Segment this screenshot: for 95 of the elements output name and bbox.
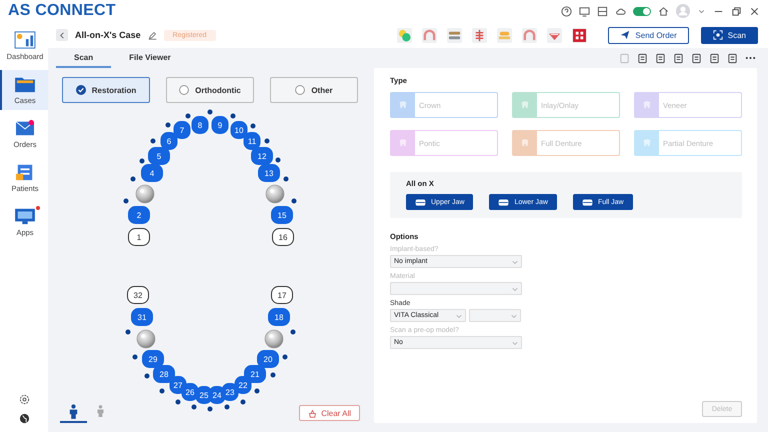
position-dot[interactable]	[282, 354, 288, 360]
implant-icon[interactable]	[136, 330, 156, 348]
tooth[interactable]: 17	[271, 286, 293, 304]
position-dot[interactable]	[126, 330, 130, 334]
tooth[interactable]: 6	[160, 132, 178, 150]
tooth[interactable]: 20	[257, 350, 279, 368]
tooth[interactable]: 12	[251, 147, 273, 165]
position-dot[interactable]	[276, 158, 280, 162]
position-dot[interactable]	[270, 372, 276, 378]
category-option[interactable]: Orthodontic	[166, 77, 254, 103]
tooth[interactable]: 32	[127, 286, 149, 304]
more-icon[interactable]	[745, 56, 756, 60]
tooth[interactable]: 10	[230, 121, 248, 139]
tooth[interactable]: 28	[153, 365, 175, 383]
position-dot[interactable]	[192, 404, 196, 410]
tooth[interactable]: 2	[128, 206, 150, 224]
position-dot[interactable]	[130, 176, 136, 182]
folder-icon	[14, 75, 36, 93]
home-icon[interactable]	[658, 6, 669, 16]
implant-icon[interactable]	[264, 330, 284, 348]
tooth[interactable]: 16	[272, 228, 294, 246]
position-dot[interactable]	[250, 124, 256, 128]
position-dot[interactable]	[140, 158, 144, 164]
position-dot[interactable]	[132, 354, 138, 360]
chart-icon	[14, 31, 36, 49]
tooth[interactable]: 15	[271, 206, 293, 224]
position-dot[interactable]	[224, 404, 230, 410]
chevron-left-icon	[58, 32, 66, 38]
monitor-icon[interactable]	[579, 6, 590, 16]
close-icon[interactable]	[749, 6, 760, 16]
position-dot[interactable]	[124, 198, 128, 204]
back-button[interactable]	[56, 29, 68, 41]
category-option[interactable]: Restoration	[62, 77, 150, 103]
chevron-down-icon	[511, 312, 517, 318]
monitor-icon	[14, 207, 36, 225]
chevron-down-icon	[512, 340, 518, 346]
grid-icon[interactable]	[572, 28, 588, 42]
position-dot[interactable]	[284, 176, 288, 182]
select-field[interactable]	[390, 282, 522, 295]
position-dot[interactable]	[208, 110, 212, 114]
position-dot[interactable]	[264, 138, 270, 144]
position-dot[interactable]	[290, 330, 296, 334]
tooth[interactable]: 11	[244, 132, 260, 150]
tooth[interactable]: 21	[244, 365, 266, 383]
app-title: AS CONNECT	[8, 2, 116, 20]
radio-icon	[179, 85, 190, 95]
sync-toggle[interactable]	[633, 6, 651, 16]
position-dot[interactable]	[240, 400, 246, 404]
panel-icon[interactable]	[597, 6, 608, 16]
position-dot[interactable]	[144, 374, 150, 378]
jaw-icon	[582, 198, 593, 206]
position-dot[interactable]	[160, 388, 164, 394]
jaw-icon	[498, 198, 510, 206]
jaw-icon	[415, 198, 426, 206]
action-button[interactable]: Send Order	[608, 26, 689, 44]
send-icon	[620, 30, 630, 40]
help-icon[interactable]	[561, 6, 572, 16]
tooth[interactable]: 31	[131, 308, 153, 326]
tooth[interactable]: 7	[174, 121, 190, 139]
position-dot[interactable]	[230, 114, 236, 118]
case-title: All-on-X's Case	[75, 30, 141, 40]
tooth[interactable]: 13	[258, 164, 280, 182]
position-dot[interactable]	[186, 114, 190, 118]
tooth[interactable]: 8	[192, 116, 208, 134]
tooth[interactable]: 4	[141, 164, 163, 182]
chevron-down-icon	[456, 312, 462, 318]
tooth[interactable]: 5	[148, 147, 170, 165]
chevron-down-icon	[512, 286, 518, 292]
tooth[interactable]: 27	[170, 376, 186, 394]
tooth[interactable]: 9	[212, 116, 228, 134]
position-dot[interactable]	[166, 122, 170, 128]
scan-icon	[712, 30, 723, 40]
tooth[interactable]: 18	[268, 308, 290, 326]
radio-icon	[295, 85, 306, 95]
mail-icon	[14, 119, 36, 137]
check-circle-icon	[76, 85, 86, 95]
category-option[interactable]: Other	[270, 77, 358, 103]
position-dot[interactable]	[208, 406, 212, 412]
globe-icon[interactable]	[18, 413, 30, 424]
chevron-down-icon	[512, 258, 518, 264]
tooth[interactable]: 1	[128, 228, 150, 246]
position-dot[interactable]	[176, 400, 180, 404]
settings-icon[interactable]	[18, 394, 30, 405]
tooth[interactable]: 29	[142, 350, 164, 368]
tooth[interactable]: 24	[208, 386, 226, 404]
tab[interactable]: Scan	[56, 48, 112, 68]
position-dot[interactable]	[292, 198, 296, 204]
action-button[interactable]: Scan	[700, 26, 758, 44]
position-dot[interactable]	[254, 388, 260, 394]
select-field[interactable]	[469, 309, 521, 322]
position-dot[interactable]	[150, 138, 156, 144]
cloud-icon[interactable]	[615, 6, 626, 16]
clear-all-button[interactable]: Clear All	[299, 405, 360, 421]
tab[interactable]: File Viewer	[111, 48, 189, 68]
restore-icon[interactable]	[731, 6, 742, 16]
